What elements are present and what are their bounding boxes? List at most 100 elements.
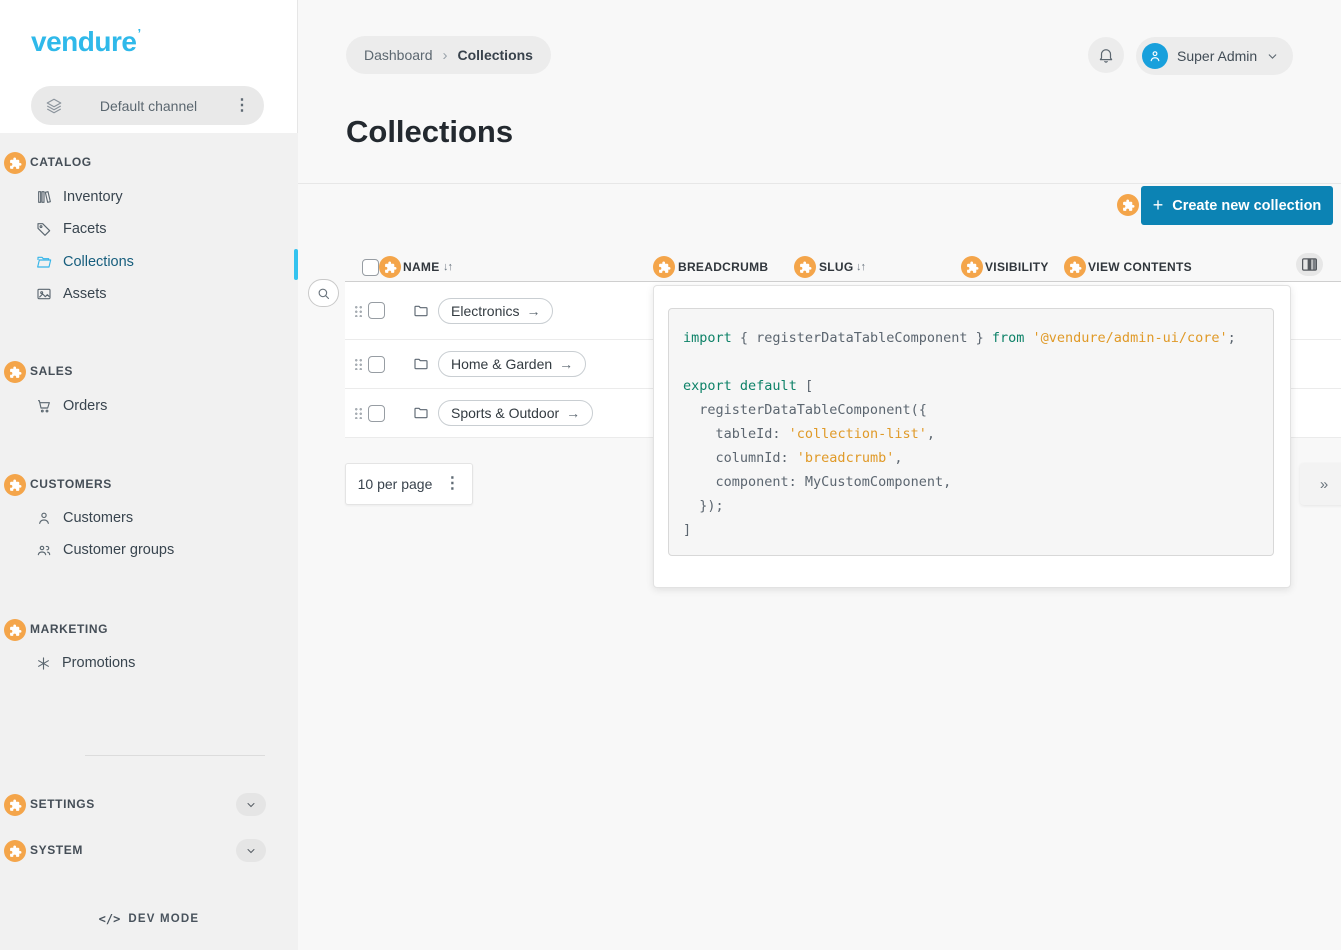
extension-badge-column-name[interactable] bbox=[379, 256, 401, 278]
sort-icon-name[interactable]: ↓↑ bbox=[443, 261, 452, 273]
extension-badge-column-visibility[interactable] bbox=[961, 256, 983, 278]
row-checkbox[interactable] bbox=[368, 302, 385, 319]
user-name: Super Admin bbox=[1177, 48, 1257, 64]
dev-mode-code-popover: import { registerDataTableComponent } fr… bbox=[653, 285, 1291, 588]
folder-icon bbox=[413, 405, 429, 421]
vendure-admin-app: vendure’ Default channel ⋮ CATALOG Inven… bbox=[0, 0, 1341, 950]
asterisk-icon bbox=[36, 656, 51, 671]
sidebar-item-label: Customer groups bbox=[63, 542, 174, 558]
breadcrumb-dashboard-link[interactable]: Dashboard bbox=[364, 47, 433, 63]
dev-mode-toggle[interactable]: </> DEV MODE bbox=[0, 912, 298, 926]
plus-icon: + bbox=[1153, 195, 1164, 216]
chevron-down-icon bbox=[1266, 50, 1279, 63]
drag-handle-icon[interactable] bbox=[354, 305, 362, 317]
section-label-system: SYSTEM bbox=[30, 843, 83, 857]
user-menu[interactable]: Super Admin bbox=[1136, 37, 1293, 75]
channel-selector[interactable]: Default channel ⋮ bbox=[31, 86, 264, 125]
row-checkbox[interactable] bbox=[368, 356, 385, 373]
sidebar-item-label: Promotions bbox=[62, 655, 135, 671]
drag-handle-icon[interactable] bbox=[354, 358, 362, 370]
sidebar-item-label: Orders bbox=[63, 398, 107, 414]
sidebar-item-customer-groups[interactable]: Customer groups bbox=[36, 542, 174, 558]
collection-link-chip[interactable]: Electronics → bbox=[438, 298, 553, 324]
breadcrumb: Dashboard › Collections bbox=[346, 36, 551, 74]
vendure-logo: vendure’ bbox=[31, 26, 141, 58]
extension-badge-sales[interactable] bbox=[4, 361, 26, 383]
create-new-collection-button[interactable]: + Create new collection bbox=[1141, 186, 1333, 225]
breadcrumb-current: Collections bbox=[458, 47, 533, 63]
books-icon bbox=[36, 189, 52, 205]
table-search-button[interactable] bbox=[308, 279, 339, 307]
users-icon bbox=[36, 542, 52, 558]
collection-name: Sports & Outdoor bbox=[451, 405, 559, 421]
header-divider bbox=[298, 183, 1341, 184]
notifications-button[interactable] bbox=[1088, 37, 1124, 73]
channel-menu-icon[interactable]: ⋮ bbox=[234, 98, 250, 114]
collection-link-chip[interactable]: Home & Garden → bbox=[438, 351, 586, 377]
column-header-visibility: VISIBILITY bbox=[985, 260, 1049, 274]
column-header-slug[interactable]: SLUG bbox=[819, 260, 854, 274]
bell-icon bbox=[1097, 46, 1115, 64]
sidebar-item-label: Facets bbox=[63, 221, 107, 237]
per-page-label: 10 per page bbox=[358, 476, 433, 492]
extension-badge-customers[interactable] bbox=[4, 474, 26, 496]
folder-open-icon bbox=[36, 254, 52, 270]
dev-mode-label: DEV MODE bbox=[128, 913, 199, 925]
sidebar-item-facets[interactable]: Facets bbox=[36, 221, 107, 237]
extension-badge-create-button[interactable] bbox=[1117, 194, 1139, 216]
section-label-marketing: MARKETING bbox=[30, 622, 108, 636]
extension-badge-column-view-contents[interactable] bbox=[1064, 256, 1086, 278]
sidebar-divider bbox=[85, 755, 265, 756]
column-settings-button[interactable] bbox=[1296, 253, 1323, 276]
sort-icon-slug[interactable]: ↓↑ bbox=[856, 261, 865, 273]
page-title: Collections bbox=[346, 114, 513, 150]
user-icon bbox=[1148, 49, 1162, 63]
sidebar-item-label: Collections bbox=[63, 254, 134, 270]
column-header-name[interactable]: NAME bbox=[403, 260, 440, 274]
user-icon bbox=[36, 510, 52, 526]
section-label-customers: CUSTOMERS bbox=[30, 477, 112, 491]
sidebar-item-orders[interactable]: Orders bbox=[36, 398, 107, 414]
extension-badge-column-breadcrumb[interactable] bbox=[653, 256, 675, 278]
column-header-view-contents: VIEW CONTENTS bbox=[1088, 260, 1192, 274]
image-icon bbox=[36, 286, 52, 302]
tag-icon bbox=[36, 221, 52, 237]
system-expand-button[interactable] bbox=[236, 839, 266, 862]
code-brackets-icon: </> bbox=[99, 912, 121, 926]
extension-badge-column-slug[interactable] bbox=[794, 256, 816, 278]
per-page-menu-icon: ⋮ bbox=[444, 476, 460, 492]
arrow-right-icon: → bbox=[566, 405, 580, 421]
next-page-button[interactable]: » bbox=[1300, 463, 1341, 505]
extension-badge-catalog[interactable] bbox=[4, 152, 26, 174]
select-all-checkbox[interactable] bbox=[362, 259, 379, 276]
items-per-page-select[interactable]: 10 per page ⋮ bbox=[345, 463, 473, 505]
sidebar-item-promotions[interactable]: Promotions bbox=[36, 655, 135, 671]
sidebar-item-label: Customers bbox=[63, 510, 133, 526]
drag-handle-icon[interactable] bbox=[354, 407, 362, 419]
breadcrumb-separator-icon: › bbox=[443, 47, 448, 64]
extension-badge-system[interactable] bbox=[4, 840, 26, 862]
columns-icon bbox=[1302, 258, 1317, 271]
extension-badge-marketing[interactable] bbox=[4, 619, 26, 641]
channel-label: Default channel bbox=[63, 98, 234, 114]
chevron-down-icon bbox=[245, 799, 257, 811]
sidebar-item-label: Inventory bbox=[63, 189, 123, 205]
code-snippet: import { registerDataTableComponent } fr… bbox=[668, 308, 1274, 556]
sidebar-item-customers[interactable]: Customers bbox=[36, 510, 133, 526]
chevron-down-icon bbox=[245, 845, 257, 857]
row-checkbox[interactable] bbox=[368, 405, 385, 422]
sidebar-item-assets[interactable]: Assets bbox=[36, 286, 107, 302]
layers-icon bbox=[45, 97, 63, 115]
settings-expand-button[interactable] bbox=[236, 793, 266, 816]
arrow-right-icon: → bbox=[559, 356, 573, 372]
logo-mark: ’ bbox=[137, 26, 140, 41]
sidebar-item-label: Assets bbox=[63, 286, 107, 302]
sidebar-item-collections[interactable]: Collections bbox=[36, 254, 134, 270]
extension-badge-settings[interactable] bbox=[4, 794, 26, 816]
column-header-breadcrumb: BREADCRUMB bbox=[678, 260, 768, 274]
sidebar-item-inventory[interactable]: Inventory bbox=[36, 189, 123, 205]
search-icon bbox=[316, 286, 331, 301]
arrow-right-icon: → bbox=[526, 303, 540, 319]
sidebar: vendure’ Default channel ⋮ CATALOG Inven… bbox=[0, 0, 298, 950]
collection-link-chip[interactable]: Sports & Outdoor → bbox=[438, 400, 593, 426]
